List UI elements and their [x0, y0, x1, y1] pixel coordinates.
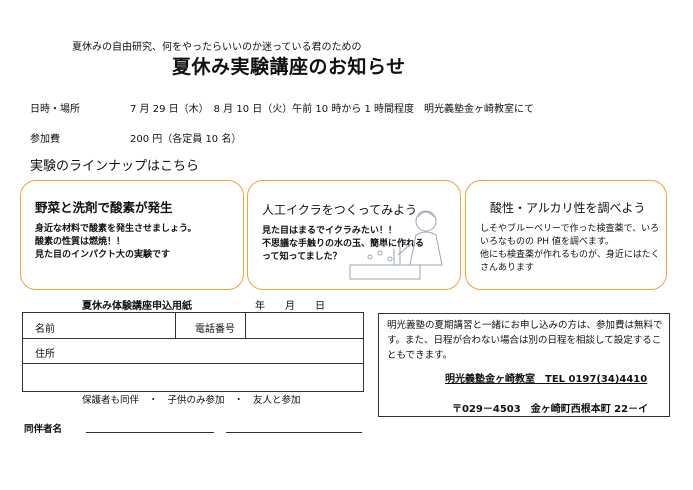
card-text-line: 身近な材料で酸素を発生させましょう。 — [35, 224, 197, 234]
fee-value: 200 円（各定員 10 名） — [130, 134, 242, 145]
address-field[interactable] — [73, 339, 361, 362]
companion-field-1[interactable] — [86, 432, 214, 433]
card-text-line: 他にも検査薬が作れるものが、身近にはたく — [480, 250, 660, 260]
experiment-card-oxygen: 野菜と洗剤で酸素が発生 身近な材料で酸素を発生させましょう。 酸素の性質は燃焼！… — [20, 180, 244, 290]
note-text: 明光義塾の夏期講習と一緒にお申し込みの方は、参加費は無料です。また、日程が合わな… — [387, 320, 663, 361]
experiment-card-ph: 酸性・アルカリ性を調べよう しそやブルーベリーで作った検査薬で、いろ いろなもの… — [465, 180, 667, 290]
date-value: 7 月 29 日（木） 8 月 10 日（火）午前 10 時から 1 時間程度 … — [130, 104, 535, 115]
name-label: 名前 — [35, 324, 55, 335]
attendance-options[interactable]: 保護者も同伴 ・ 子供のみ参加 ・ 友人と参加 — [82, 392, 301, 406]
flyer-page: { "header": { "subtitle": "夏休みの自由研究、何をやっ… — [0, 0, 693, 490]
card-text-line: 酸素の性質は燃焼！！ — [35, 237, 126, 247]
card-text-line: しそやブルーベリーで作った検査薬で、いろ — [480, 224, 660, 234]
lineup-heading: 実験のラインナップはこちら — [30, 159, 200, 174]
application-form: 名前 電話番号 住所 — [22, 312, 364, 392]
card-text-line: 見た目のインパクト大の実験です — [35, 250, 171, 260]
address-line: 〒029－4503 金ヶ崎町西根本町 22－イ — [452, 404, 649, 415]
phone-field[interactable] — [247, 314, 361, 337]
card-text-line: って知ってました？ — [262, 252, 342, 262]
notes-field[interactable] — [25, 364, 361, 389]
name-field[interactable] — [73, 314, 173, 337]
card-title: 野菜と洗剤で酸素が発生 — [35, 200, 173, 215]
card-text-line: いろなものの PH 値を調べます。 — [480, 237, 615, 247]
fee-label: 参加費 — [30, 134, 60, 145]
experiment-card-ikura: 人工イクラをつくってみよう 見た目はまるでイクラみたい！！ 不思議な手触りの水の… — [247, 180, 461, 290]
subtitle: 夏休みの自由研究、何をやったらいいのか迷っている君のための — [72, 42, 362, 53]
form-title: 夏休み体験講座申込用紙 — [82, 301, 192, 312]
companion-label: 同伴者名 — [24, 424, 63, 435]
phone-label: 電話番号 — [195, 324, 235, 335]
scientist-illustration — [349, 210, 443, 280]
date-label: 日時・場所 — [30, 104, 80, 115]
card-text-line: さんあります — [480, 263, 535, 273]
form-date[interactable]: 年 月 日 — [255, 297, 325, 312]
address-label: 住所 — [35, 349, 55, 360]
contact-line: 明光義塾金ヶ崎教室 TEL 0197(34)4410 — [445, 374, 648, 385]
page-title: 夏休み実験講座のお知らせ — [172, 56, 406, 78]
card-title: 酸性・アルカリ性を調べよう — [490, 201, 646, 215]
companion-field-2[interactable] — [226, 432, 362, 433]
